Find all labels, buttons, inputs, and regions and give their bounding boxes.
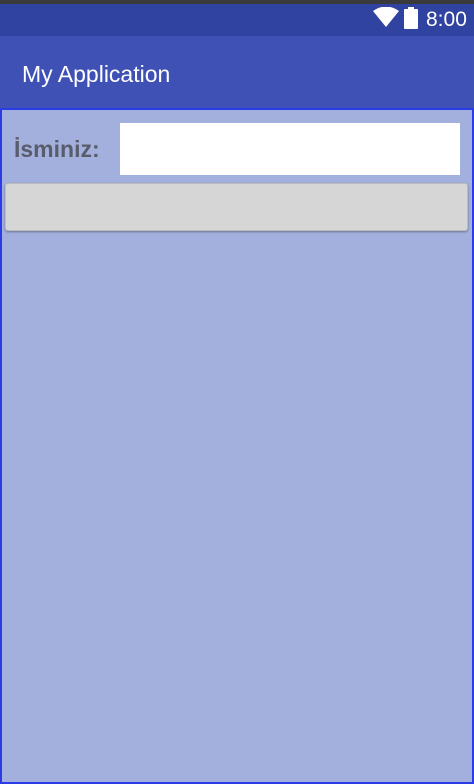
wifi-icon — [373, 7, 399, 27]
name-input[interactable] — [120, 123, 460, 175]
name-label: İsminiz: — [14, 136, 100, 162]
status-bar — [0, 4, 474, 36]
battery-icon — [404, 7, 418, 29]
status-time: 8:00 — [426, 8, 467, 31]
app-title: My Application — [22, 61, 171, 87]
submit-button[interactable] — [5, 183, 468, 231]
